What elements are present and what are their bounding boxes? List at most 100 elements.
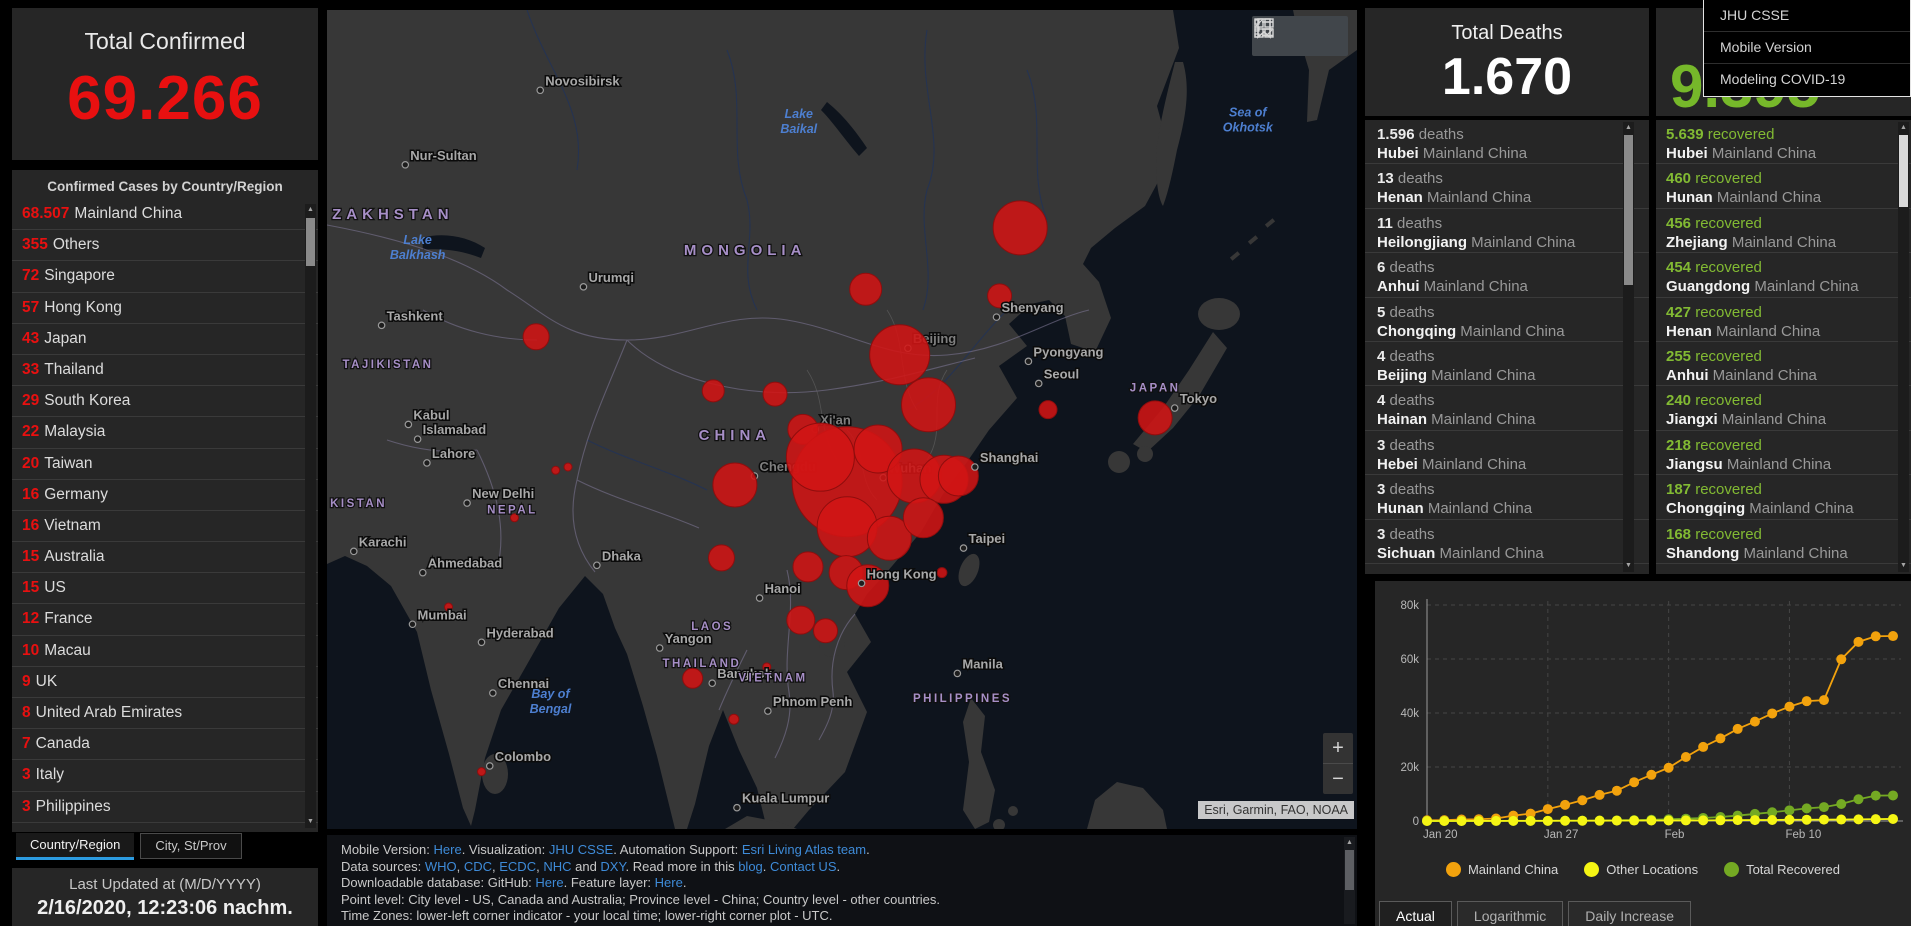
info-link[interactable]: CDC bbox=[464, 859, 492, 874]
case-bubble[interactable] bbox=[523, 324, 549, 350]
recovered-row[interactable]: 187 recoveredChongqing Mainland China bbox=[1656, 475, 1911, 519]
info-link[interactable]: Here bbox=[655, 875, 683, 890]
scroll-up-icon[interactable]: ▲ bbox=[305, 204, 316, 216]
case-bubble[interactable] bbox=[1039, 401, 1057, 419]
map-canvas[interactable]: ChengduWuhanXi'anBeijing NovosibirskNur-… bbox=[327, 10, 1357, 829]
confirmed-row[interactable]: 20Taiwan bbox=[12, 449, 318, 480]
confirmed-row[interactable]: 355Others bbox=[12, 230, 318, 261]
confirmed-row[interactable]: 12France bbox=[12, 604, 318, 635]
confirmed-row[interactable]: 16Vietnam bbox=[12, 511, 318, 542]
case-bubble[interactable] bbox=[787, 606, 815, 634]
info-scrollbar[interactable]: ▲ bbox=[1344, 837, 1355, 924]
tab-city-st-prov[interactable]: City, St/Prov bbox=[140, 833, 241, 859]
confirmed-row[interactable]: 15US bbox=[12, 573, 318, 604]
confirmed-row[interactable]: 10Macau bbox=[12, 636, 318, 667]
confirmed-row[interactable]: 15Australia bbox=[12, 542, 318, 573]
recovered-list-scrollbar[interactable]: ▲ ▼ bbox=[1898, 122, 1909, 572]
scrollbar-thumb[interactable] bbox=[1899, 135, 1908, 207]
case-bubble[interactable] bbox=[1138, 401, 1172, 435]
scroll-up-icon[interactable]: ▲ bbox=[1344, 837, 1355, 849]
confirmed-row[interactable]: 3Italy bbox=[12, 760, 318, 791]
recovered-row[interactable]: 255 recoveredAnhui Mainland China bbox=[1656, 342, 1911, 386]
scroll-down-icon[interactable]: ▼ bbox=[1623, 560, 1634, 572]
recovered-row[interactable]: 456 recoveredZhejiang Mainland China bbox=[1656, 209, 1911, 253]
menu-item-mobile-version[interactable]: Mobile Version bbox=[1704, 32, 1910, 64]
death-row[interactable]: 4 deathsBeijing Mainland China bbox=[1365, 342, 1649, 386]
info-link[interactable]: Contact US bbox=[770, 859, 836, 874]
death-row[interactable]: 6 deathsAnhui Mainland China bbox=[1365, 253, 1649, 297]
case-bubble[interactable] bbox=[478, 768, 486, 776]
death-row[interactable]: 13 deathsHenan Mainland China bbox=[1365, 164, 1649, 208]
scrollbar-thumb[interactable] bbox=[1345, 850, 1354, 890]
case-bubble[interactable] bbox=[937, 568, 947, 578]
death-row[interactable]: 3 deathsSichuan Mainland China bbox=[1365, 520, 1649, 564]
case-bubble[interactable] bbox=[564, 463, 572, 471]
chart-tab-logarithmic[interactable]: Logarithmic bbox=[1457, 901, 1563, 926]
info-link[interactable]: Here bbox=[535, 875, 563, 890]
info-link[interactable]: ECDC bbox=[499, 859, 536, 874]
scroll-up-icon[interactable]: ▲ bbox=[1898, 122, 1909, 134]
confirmed-row[interactable]: 29South Korea bbox=[12, 386, 318, 417]
recovered-row[interactable]: 427 recoveredHenan Mainland China bbox=[1656, 298, 1911, 342]
death-row[interactable]: 4 deathsHainan Mainland China bbox=[1365, 386, 1649, 430]
confirmed-row[interactable]: 68.507Mainland China bbox=[12, 199, 318, 230]
case-bubble[interactable] bbox=[702, 380, 724, 402]
case-bubble[interactable] bbox=[903, 498, 943, 538]
menu-item-jhu-csse[interactable]: JHU CSSE bbox=[1704, 0, 1910, 32]
confirmed-row[interactable]: 33Thailand bbox=[12, 355, 318, 386]
info-link[interactable]: blog bbox=[738, 859, 763, 874]
recovered-row[interactable]: 454 recoveredGuangdong Mainland China bbox=[1656, 253, 1911, 297]
confirmed-row[interactable]: 43Japan bbox=[12, 324, 318, 355]
case-bubble[interactable] bbox=[850, 273, 882, 305]
confirmed-row[interactable]: 72Singapore bbox=[12, 261, 318, 292]
recovered-row[interactable]: 168 recoveredShandong Mainland China bbox=[1656, 520, 1911, 564]
menu-item-modeling-covid-19[interactable]: Modeling COVID-19 bbox=[1704, 64, 1910, 95]
confirmed-row[interactable]: 7Canada bbox=[12, 729, 318, 760]
recovered-row[interactable]: 460 recoveredHunan Mainland China bbox=[1656, 164, 1911, 208]
zoom-out-button[interactable]: − bbox=[1323, 764, 1353, 794]
case-bubble[interactable] bbox=[993, 201, 1047, 255]
zoom-in-button[interactable]: + bbox=[1323, 733, 1353, 764]
case-bubble[interactable] bbox=[938, 456, 978, 496]
death-row[interactable]: 1.596 deathsHubei Mainland China bbox=[1365, 120, 1649, 164]
case-bubble[interactable] bbox=[902, 378, 956, 432]
tab-country-region[interactable]: Country/Region bbox=[16, 833, 134, 860]
case-bubble[interactable] bbox=[786, 423, 854, 491]
map-svg[interactable]: ChengduWuhanXi'anBeijing NovosibirskNur-… bbox=[327, 10, 1357, 829]
confirmed-list-scrollbar[interactable]: ▲ ▼ bbox=[305, 204, 316, 828]
scroll-down-icon[interactable]: ▼ bbox=[305, 816, 316, 828]
confirmed-row[interactable]: 8United Arab Emirates bbox=[12, 698, 318, 729]
recovered-row[interactable]: 240 recoveredJiangxi Mainland China bbox=[1656, 386, 1911, 430]
case-bubble[interactable] bbox=[814, 619, 838, 643]
deaths-list-scrollbar[interactable]: ▲ ▼ bbox=[1623, 122, 1634, 572]
info-link[interactable]: JHU CSSE bbox=[549, 842, 613, 857]
scroll-down-icon[interactable]: ▼ bbox=[1898, 560, 1909, 572]
case-bubble[interactable] bbox=[729, 714, 739, 724]
chart-tab-actual[interactable]: Actual bbox=[1379, 901, 1452, 926]
scroll-up-icon[interactable]: ▲ bbox=[1623, 122, 1634, 134]
info-link[interactable]: Esri Living Atlas team bbox=[742, 842, 866, 857]
death-row[interactable]: 11 deathsHeilongjiang Mainland China bbox=[1365, 209, 1649, 253]
case-bubble[interactable] bbox=[763, 382, 787, 406]
death-row[interactable]: 3 deathsHebei Mainland China bbox=[1365, 431, 1649, 475]
chart-tab-daily-increase[interactable]: Daily Increase bbox=[1568, 901, 1691, 926]
info-link[interactable]: Here bbox=[434, 842, 462, 857]
case-bubble[interactable] bbox=[793, 552, 823, 582]
case-bubble[interactable] bbox=[870, 325, 930, 385]
recovered-row[interactable]: 5.639 recoveredHubei Mainland China bbox=[1656, 120, 1911, 164]
confirmed-row[interactable]: 16Germany bbox=[12, 480, 318, 511]
scrollbar-thumb[interactable] bbox=[1624, 135, 1633, 285]
case-bubble[interactable] bbox=[817, 497, 877, 557]
case-bubble[interactable] bbox=[713, 463, 757, 507]
info-link[interactable]: WHO bbox=[425, 859, 457, 874]
confirmed-row[interactable]: 3Philippines bbox=[12, 792, 318, 823]
scrollbar-thumb[interactable] bbox=[306, 218, 315, 266]
case-bubble[interactable] bbox=[552, 466, 560, 474]
case-bubble[interactable] bbox=[708, 545, 734, 571]
info-link[interactable]: DXY bbox=[600, 859, 625, 874]
confirmed-row[interactable]: 57Hong Kong bbox=[12, 293, 318, 324]
recovered-row[interactable]: 218 recoveredJiangsu Mainland China bbox=[1656, 431, 1911, 475]
confirmed-row[interactable]: 22Malaysia bbox=[12, 417, 318, 448]
death-row[interactable]: 5 deathsChongqing Mainland China bbox=[1365, 298, 1649, 342]
case-bubble[interactable] bbox=[683, 668, 703, 688]
